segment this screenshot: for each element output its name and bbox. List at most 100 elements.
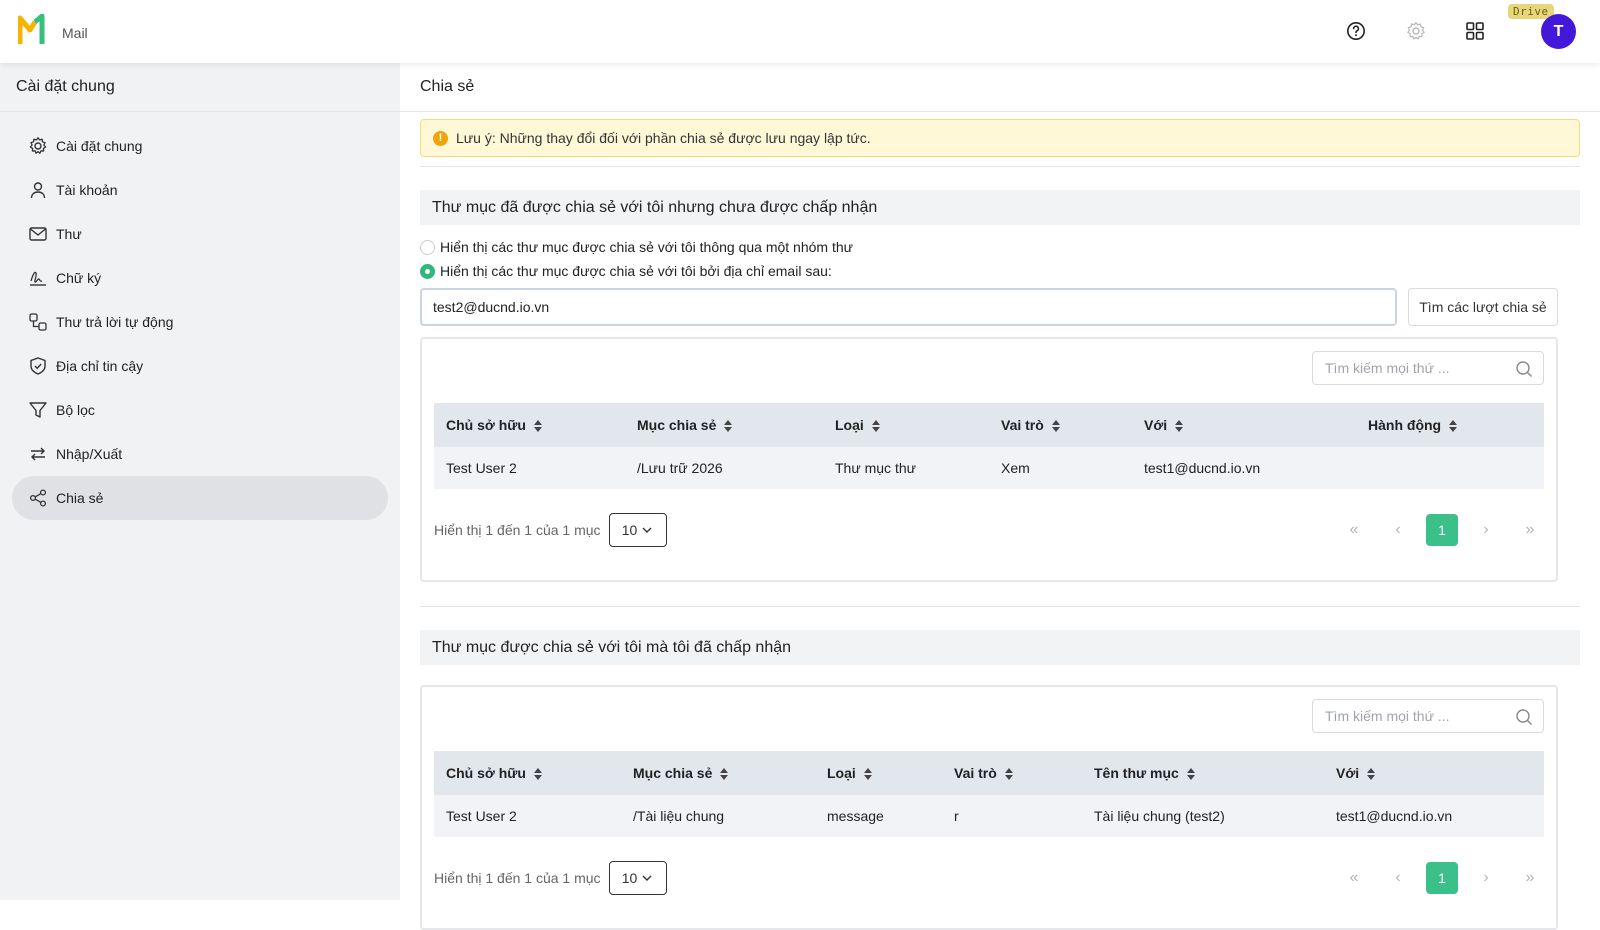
sidebar-item-label: Chia sẻ bbox=[56, 490, 104, 506]
sidebar-item-general[interactable]: Cài đặt chung bbox=[12, 124, 388, 168]
search-input[interactable] bbox=[1325, 360, 1515, 376]
last-page-icon[interactable]: » bbox=[1514, 862, 1546, 894]
sort-icon[interactable] bbox=[1051, 420, 1060, 433]
page-number-current[interactable]: 1 bbox=[1426, 514, 1458, 546]
sidebar-item-account[interactable]: Tài khoản bbox=[12, 168, 388, 212]
cell-shared-item: /Lưu trữ 2026 bbox=[625, 447, 823, 489]
sort-icon[interactable] bbox=[863, 768, 872, 781]
radio-group-option[interactable]: Hiển thị các thư mục được chia sẻ với tô… bbox=[420, 239, 853, 255]
sidebar-item-signature[interactable]: Chữ ký bbox=[12, 256, 388, 300]
sidebar-nav: Cài đặt chung Tài khoản Thư Chữ ký Thư t… bbox=[12, 124, 388, 520]
pending-section-heading: Thư mục đã được chia sẻ với tôi nhưng ch… bbox=[420, 190, 1580, 225]
sidebar-divider bbox=[0, 111, 400, 112]
column-header-type[interactable]: Loại bbox=[823, 403, 989, 447]
apps-grid-icon[interactable] bbox=[1462, 18, 1488, 44]
section-divider bbox=[420, 166, 1580, 167]
cell-type: message bbox=[815, 795, 942, 837]
search-icon[interactable] bbox=[1515, 708, 1533, 726]
radio-button[interactable] bbox=[420, 239, 435, 255]
sort-icon[interactable] bbox=[871, 420, 880, 433]
help-icon[interactable] bbox=[1343, 18, 1369, 44]
mail-icon bbox=[29, 227, 47, 241]
sidebar-item-label: Thư trả lời tự động bbox=[56, 314, 174, 330]
sort-icon[interactable] bbox=[724, 420, 733, 433]
pending-table-footer: Hiển thị 1 đến 1 của 1 mục 10 bbox=[434, 513, 667, 547]
cell-shared-item: /Tài liệu chung bbox=[621, 795, 815, 837]
cell-role: r bbox=[942, 795, 1082, 837]
pagination: « ‹ 1 › » bbox=[1326, 862, 1546, 894]
sort-icon[interactable] bbox=[533, 768, 542, 781]
column-header-role[interactable]: Vai trò bbox=[989, 403, 1132, 447]
sort-icon[interactable] bbox=[1004, 768, 1013, 781]
prev-page-icon[interactable]: ‹ bbox=[1382, 514, 1414, 546]
sidebar-item-filters[interactable]: Bộ lọc bbox=[12, 388, 388, 432]
column-header-role[interactable]: Vai trò bbox=[942, 751, 1082, 795]
sidebar-item-label: Bộ lọc bbox=[56, 402, 95, 418]
search-icon[interactable] bbox=[1515, 360, 1533, 378]
column-header-owner[interactable]: Chủ sở hữu bbox=[434, 403, 625, 447]
settings-gear-icon[interactable] bbox=[1403, 18, 1429, 44]
sidebar-item-label: Cài đặt chung bbox=[56, 138, 143, 154]
radio-label: Hiển thị các thư mục được chia sẻ với tô… bbox=[440, 239, 853, 255]
column-header-owner[interactable]: Chủ sở hữu bbox=[434, 751, 621, 795]
accepted-search-box[interactable] bbox=[1312, 699, 1544, 733]
accepted-table-footer: Hiển thị 1 đến 1 của 1 mục 10 bbox=[434, 861, 667, 895]
sidebar-item-trusted-addresses[interactable]: Địa chỉ tin cậy bbox=[12, 344, 388, 388]
results-summary: Hiển thị 1 đến 1 của 1 mục bbox=[434, 522, 601, 538]
sort-icon[interactable] bbox=[720, 768, 729, 781]
column-header-type[interactable]: Loại bbox=[815, 751, 942, 795]
sidebar-item-label: Thư bbox=[56, 226, 82, 242]
page-number-current[interactable]: 1 bbox=[1426, 862, 1458, 894]
column-header-folder-name[interactable]: Tên thư mục bbox=[1082, 751, 1324, 795]
page-size-select[interactable]: 10 bbox=[608, 861, 667, 895]
first-page-icon[interactable]: « bbox=[1338, 514, 1370, 546]
sort-icon[interactable] bbox=[1175, 420, 1184, 433]
accepted-table-card: Chủ sở hữu Mục chia sẻ Loại Vai trò Tên … bbox=[420, 685, 1558, 930]
section-divider bbox=[420, 606, 1580, 607]
avatar[interactable]: T bbox=[1541, 14, 1576, 49]
radio-email-option[interactable]: Hiển thị các thư mục được chia sẻ với tô… bbox=[420, 263, 832, 279]
email-input[interactable] bbox=[420, 288, 1397, 326]
sidebar-item-sharing[interactable]: Chia sẻ bbox=[12, 476, 388, 520]
notice-text: Lưu ý: Những thay đổi đối với phần chia … bbox=[456, 130, 871, 146]
cell-owner: Test User 2 bbox=[434, 795, 621, 837]
pending-search-box[interactable] bbox=[1312, 351, 1544, 385]
sidebar-item-auto-reply[interactable]: Thư trả lời tự động bbox=[12, 300, 388, 344]
next-page-icon[interactable]: › bbox=[1470, 514, 1502, 546]
page-size-select[interactable]: 10 bbox=[608, 513, 667, 547]
prev-page-icon[interactable]: ‹ bbox=[1382, 862, 1414, 894]
pending-shares-table: Chủ sở hữu Mục chia sẻ Loại Vai trò Với … bbox=[434, 403, 1544, 489]
accepted-shares-table: Chủ sở hữu Mục chia sẻ Loại Vai trò Tên … bbox=[434, 751, 1544, 837]
logo-icon[interactable] bbox=[18, 14, 52, 46]
sort-icon[interactable] bbox=[533, 420, 542, 433]
pagination: « ‹ 1 › » bbox=[1326, 514, 1546, 546]
share-icon bbox=[29, 489, 47, 507]
cell-with: test1@ducnd.io.vn bbox=[1132, 447, 1356, 489]
accepted-section-heading: Thư mục được chia sẻ với tôi mà tôi đã c… bbox=[420, 630, 1580, 665]
last-page-icon[interactable]: » bbox=[1514, 514, 1546, 546]
column-header-actions[interactable]: Hành động bbox=[1356, 403, 1544, 447]
radio-button-selected[interactable] bbox=[420, 263, 435, 279]
sidebar-item-mail[interactable]: Thư bbox=[12, 212, 388, 256]
sidebar-item-label: Tài khoản bbox=[56, 182, 118, 198]
column-header-shared-item[interactable]: Mục chia sẻ bbox=[621, 751, 815, 795]
sidebar-item-import-export[interactable]: Nhập/Xuất bbox=[12, 432, 388, 476]
sidebar-item-label: Chữ ký bbox=[56, 270, 102, 286]
find-shares-button[interactable]: Tìm các lượt chia sẻ bbox=[1408, 288, 1558, 326]
next-page-icon[interactable]: › bbox=[1470, 862, 1502, 894]
column-header-with[interactable]: Với bbox=[1324, 751, 1544, 795]
table-header-row: Chủ sở hữu Mục chia sẻ Loại Vai trò Với … bbox=[434, 403, 1544, 447]
cell-folder-name: Tài liệu chung (test2) bbox=[1082, 795, 1324, 837]
cell-actions bbox=[1356, 447, 1544, 489]
sort-icon[interactable] bbox=[1449, 420, 1458, 433]
title-divider bbox=[400, 111, 1600, 112]
column-header-with[interactable]: Với bbox=[1132, 403, 1356, 447]
sort-icon[interactable] bbox=[1367, 768, 1376, 781]
user-icon bbox=[30, 182, 46, 199]
sort-icon[interactable] bbox=[1186, 768, 1195, 781]
first-page-icon[interactable]: « bbox=[1338, 862, 1370, 894]
column-header-shared-item[interactable]: Mục chia sẻ bbox=[625, 403, 823, 447]
table-row: Test User 2 /Tài liệu chung message r Tà… bbox=[434, 795, 1544, 837]
table-row: Test User 2 /Lưu trữ 2026 Thư mục thư Xe… bbox=[434, 447, 1544, 489]
search-input[interactable] bbox=[1325, 708, 1515, 724]
